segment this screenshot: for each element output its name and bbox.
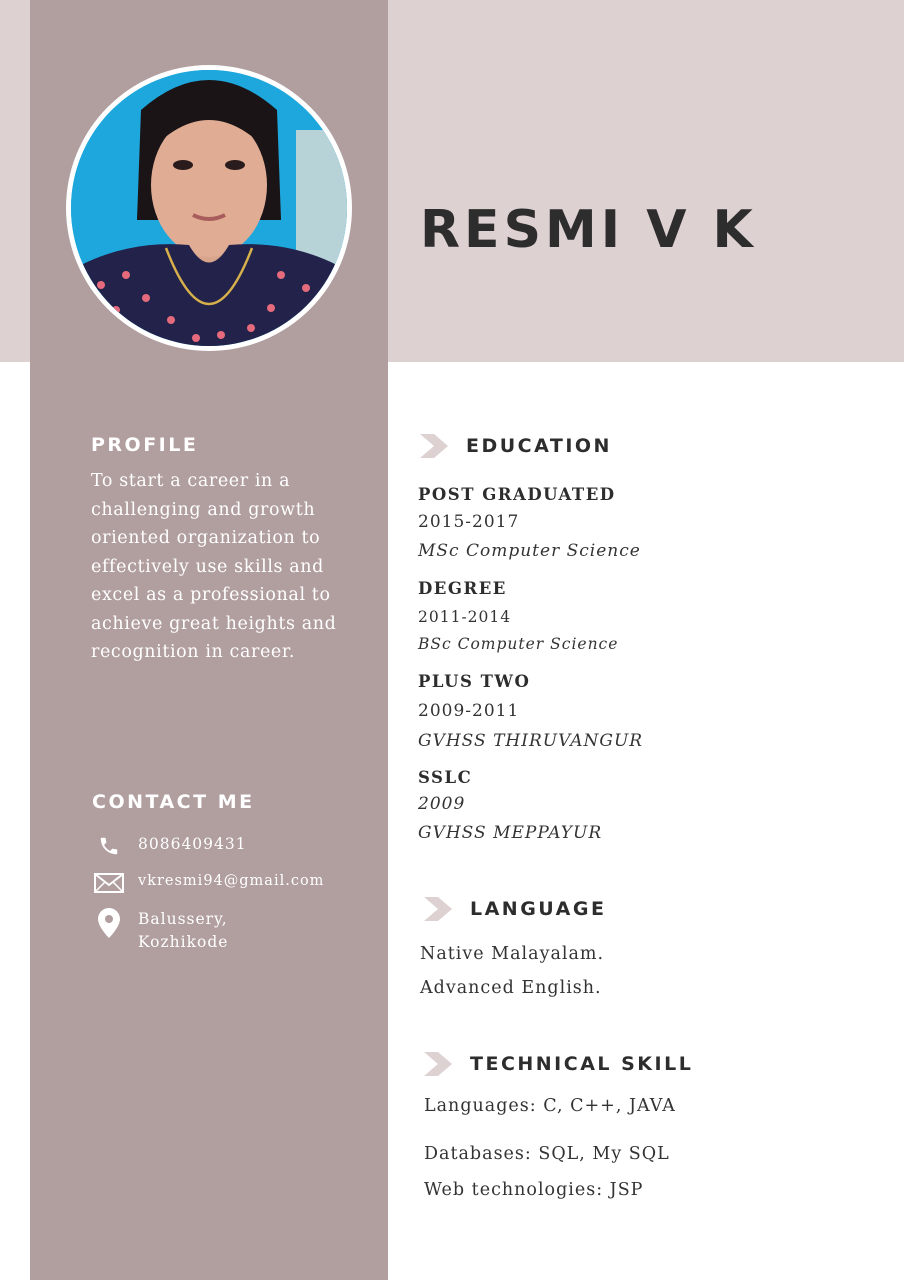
phone-icon: [92, 833, 126, 859]
contact-email: vkresmi94@gmail.com: [138, 873, 325, 889]
technical-skill-heading: TECHNICAL SKILL: [424, 1052, 693, 1076]
education-item-years: 2009: [418, 794, 466, 814]
education-item-detail: MSc Computer Science: [418, 541, 641, 561]
location-pin-icon: [92, 908, 126, 938]
profile-photo-frame: [66, 65, 352, 351]
education-item-title: PLUS TWO: [418, 672, 531, 691]
education-item-years: 2015-2017: [418, 512, 520, 532]
contact-heading: CONTACT ME: [92, 791, 255, 813]
education-item-years: 2009-2011: [418, 701, 520, 721]
education-item-detail: GVHSS MEPPAYUR: [418, 823, 603, 843]
envelope-icon: [92, 870, 126, 896]
education-heading: EDUCATION: [420, 434, 612, 458]
candidate-name: RESMI V K: [420, 200, 757, 260]
address-line-2: Kozhikode: [138, 933, 229, 951]
profile-heading: PROFILE: [91, 434, 199, 456]
profile-text: To start a career in a challenging and g…: [91, 471, 337, 662]
address-line-1: Balussery,: [138, 910, 228, 928]
education-item-title: POST GRADUATED: [418, 485, 616, 504]
chevron-right-icon: [424, 897, 452, 921]
technical-skill-item: Web technologies: JSP: [424, 1180, 644, 1200]
language-item: Native Malayalam.: [420, 944, 605, 964]
language-heading: LANGUAGE: [424, 897, 606, 921]
contact-email-row: vkresmi94@gmail.com: [92, 870, 324, 896]
profile-photo: [71, 70, 347, 346]
chevron-right-icon: [420, 434, 448, 458]
contact-phone: 8086409431: [138, 835, 247, 853]
chevron-right-icon: [424, 1052, 452, 1076]
language-heading-text: LANGUAGE: [470, 898, 607, 920]
education-item-detail: GVHSS THIRUVANGUR: [418, 731, 644, 751]
profile-photo-illustration: [71, 70, 347, 346]
education-item-title: SSLC: [418, 768, 473, 787]
technical-skill-item: Languages: C, C++, JAVA: [424, 1096, 676, 1116]
education-item-title: DEGREE: [418, 579, 507, 598]
education-item-years: 2011-2014: [418, 608, 512, 626]
technical-skill-item: Databases: SQL, My SQL: [424, 1144, 670, 1164]
contact-address: Balussery, Kozhikode: [138, 908, 228, 954]
education-item-detail: BSc Computer Science: [418, 635, 619, 653]
contact-address-row: Balussery, Kozhikode: [92, 908, 228, 954]
contact-phone-row: 8086409431: [92, 833, 247, 859]
technical-skill-heading-text: TECHNICAL SKILL: [470, 1053, 694, 1075]
education-heading-text: EDUCATION: [466, 435, 612, 457]
language-item: Advanced English.: [420, 978, 602, 998]
